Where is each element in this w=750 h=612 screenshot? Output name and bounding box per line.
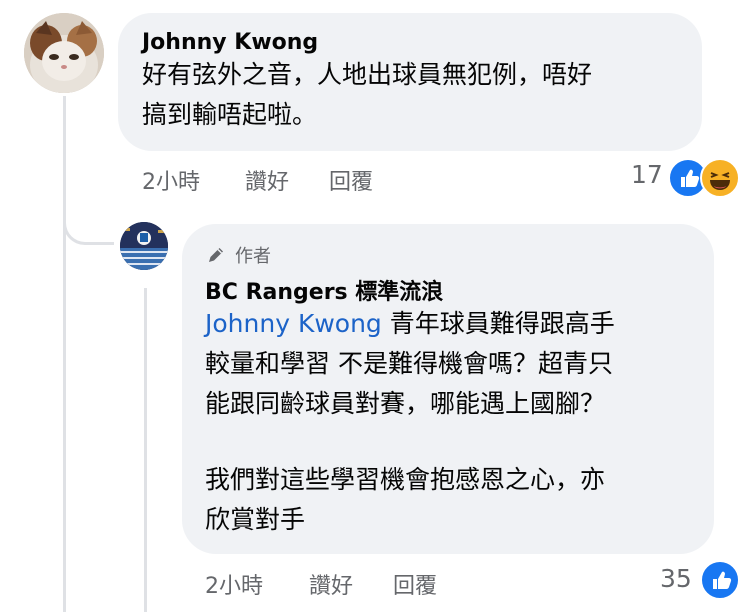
avatar-commenter[interactable] xyxy=(24,13,104,93)
reply-text-line: 欣賞對手 xyxy=(205,505,306,534)
pen-icon xyxy=(209,248,223,262)
comment-text-line: 搞到輸唔起啦。 xyxy=(142,100,318,129)
reply-text-line: 能跟同齡球員對賽，哪能遇上國腳？ xyxy=(205,389,606,418)
comment-like-button[interactable]: 讚好 xyxy=(245,164,289,196)
reply-text-line: 我們對這些學習機會抱感恩之心，亦 xyxy=(205,465,606,494)
reply-author-name[interactable]: BC Rangers 標準流浪 xyxy=(205,274,443,306)
avatar-page-author[interactable] xyxy=(120,222,168,270)
reply-timestamp[interactable]: 2小時 xyxy=(205,568,263,600)
reply-thread-line xyxy=(144,288,147,612)
mention-link[interactable]: Johnny Kwong xyxy=(205,309,382,338)
comment-timestamp[interactable]: 2小時 xyxy=(142,164,200,196)
comment-reaction-count[interactable]: 17 xyxy=(631,160,663,189)
comment-text: 好有弦外之音，人地出球員無犯例，唔好 搞到輸唔起啦。 xyxy=(142,55,592,135)
comment-text-line: 好有弦外之音，人地出球員無犯例，唔好 xyxy=(142,60,593,89)
reply-text-segment: 青年球員難得跟高手 xyxy=(381,309,615,338)
cat-photo-icon xyxy=(24,13,104,93)
comment-reply-button[interactable]: 回覆 xyxy=(329,164,373,196)
reply-text-line: Johnny Kwong 青年球員難得跟高手 xyxy=(205,304,615,344)
reply-text: Johnny Kwong 青年球員難得跟高手 較量和學習 不是難得機會嗎？超青只… xyxy=(205,304,615,540)
reply-reaction-count[interactable]: 35 xyxy=(660,564,692,593)
thread-line-branch xyxy=(63,196,114,245)
reply-reply-button[interactable]: 回覆 xyxy=(393,568,437,600)
haha-icon xyxy=(700,158,740,198)
thread-line-vertical xyxy=(63,96,66,612)
club-photo-icon xyxy=(120,222,168,270)
reply-text-line: 較量和學習 不是難得機會嗎？超青只 xyxy=(205,349,613,378)
comment-author-name[interactable]: Johnny Kwong xyxy=(142,30,318,55)
author-badge: 作者 xyxy=(205,242,271,268)
reply-like-button[interactable]: 讚好 xyxy=(309,568,353,600)
like-icon xyxy=(700,560,740,600)
reply-text-line xyxy=(205,424,615,460)
author-badge-label: 作者 xyxy=(235,246,271,267)
